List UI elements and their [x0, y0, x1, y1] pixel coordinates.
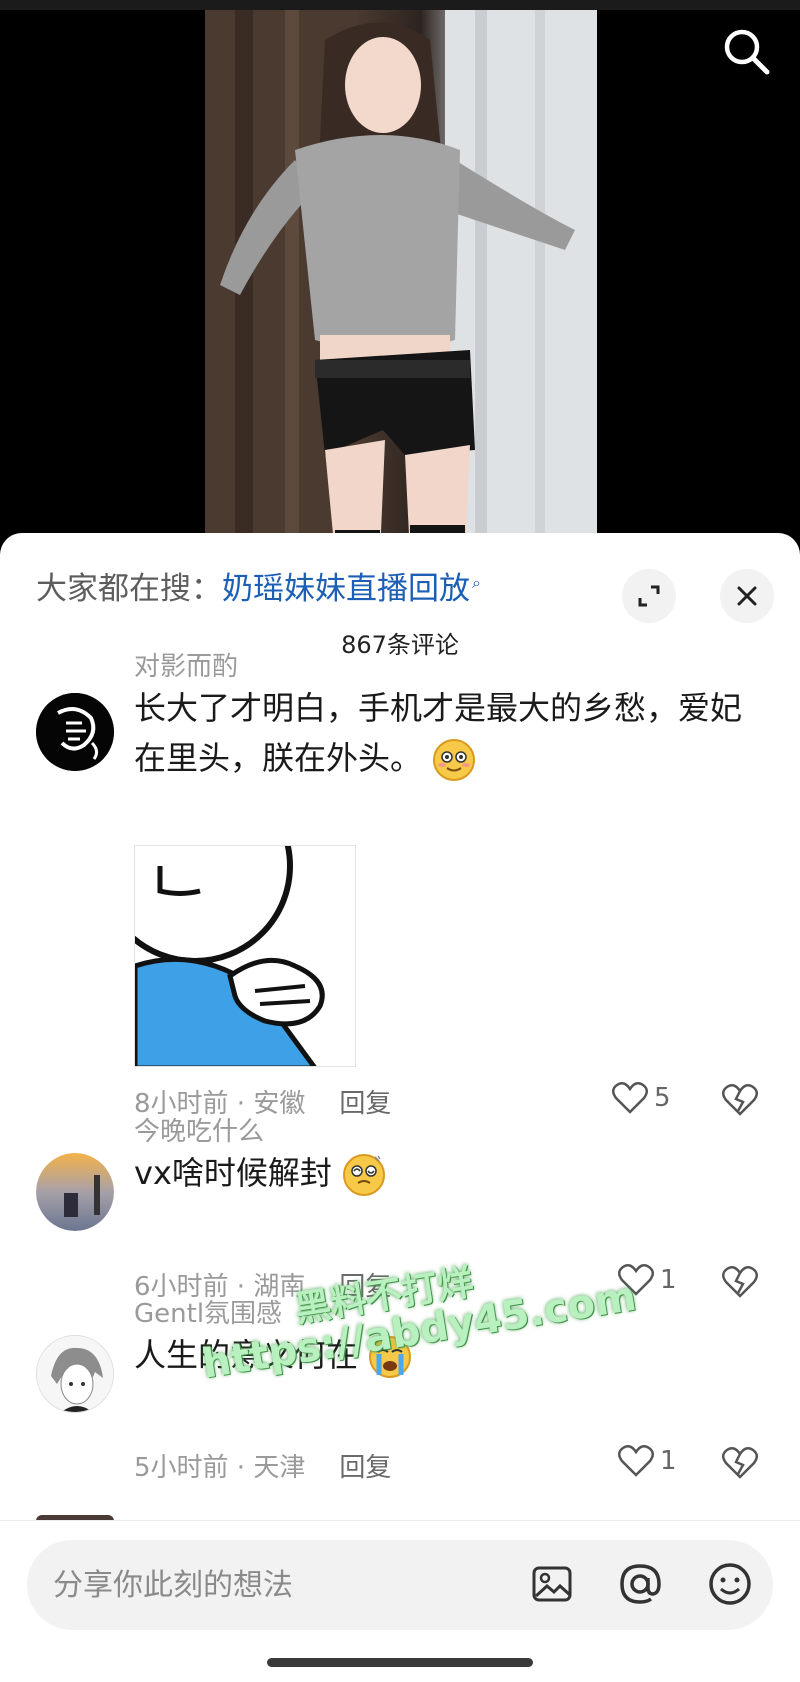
small-search-icon: ⌕ [472, 572, 481, 592]
close-icon [737, 586, 757, 606]
search-button[interactable] [716, 22, 776, 82]
comment-text: 人生的意义何在 [134, 1330, 754, 1380]
meta-separator: · [228, 1453, 254, 1483]
dragon-avatar-image [36, 693, 114, 771]
flushed-face-icon [433, 739, 476, 781]
dislike-button[interactable] [722, 1446, 758, 1484]
status-strip [0, 0, 800, 10]
avatar[interactable] [36, 693, 114, 771]
comment-sticker-image[interactable] [134, 845, 356, 1067]
emoji-button[interactable] [705, 1560, 755, 1610]
expand-icon [638, 585, 660, 607]
image-icon [532, 1566, 572, 1601]
video-frame[interactable] [205, 10, 597, 545]
comment-input[interactable] [53, 1558, 513, 1612]
sheet-header: 大家都在搜：奶瑶妹妹直播回放 ⌕ [0, 551, 800, 623]
dislike-button[interactable] [722, 1265, 758, 1303]
like-count: 5 [654, 1083, 671, 1113]
hot-search-prefix: 大家都在搜： [36, 571, 222, 607]
hot-search-term[interactable]: 奶瑶妹妹直播回放 [222, 571, 470, 607]
heart-icon [612, 1081, 648, 1114]
reply-button[interactable]: 回复 [339, 1453, 391, 1483]
comment-meta: 5小时前 · 天津 回复 [134, 1447, 391, 1484]
comment-username[interactable]: 对影而酌 [134, 646, 238, 683]
like-count: 1 [660, 1265, 677, 1295]
like-button[interactable]: 1 [618, 1444, 677, 1478]
expand-button[interactable] [622, 569, 676, 623]
comment-username[interactable]: 今晚吃什么 [134, 1111, 264, 1148]
input-divider [0, 1520, 800, 1521]
broken-heart-icon [722, 1265, 758, 1298]
avatar[interactable] [36, 1335, 114, 1413]
comment-text: vx啥时候解封 [134, 1148, 754, 1198]
reply-button[interactable]: 回复 [339, 1089, 391, 1119]
comment-location: 天津 [253, 1453, 306, 1483]
crying-face-icon [369, 1336, 412, 1378]
comment-text-body: 人生的意义何在 [134, 1336, 359, 1374]
video-thumbnail-figure [205, 10, 597, 545]
video-player[interactable] [0, 0, 800, 545]
like-button[interactable]: 1 [618, 1263, 677, 1297]
like-count: 1 [660, 1446, 677, 1476]
reply-button[interactable]: 回复 [339, 1272, 391, 1302]
comment-count: 867条评论 [341, 631, 459, 659]
sunset-avatar-image [36, 1153, 114, 1231]
hot-search-suggestion[interactable]: 大家都在搜：奶瑶妹妹直播回放 ⌕ [36, 563, 481, 608]
dislike-button[interactable] [722, 1083, 758, 1121]
comment-sheet: 大家都在搜：奶瑶妹妹直播回放 ⌕ 867条评论 对影而酌 长大了才明白，手机才是… [0, 533, 800, 1682]
emoji-icon [709, 1562, 751, 1605]
search-icon [724, 29, 770, 74]
comment-text: 长大了才明白，手机才是最大的乡愁，爱妃在里头，朕在外头。 [134, 683, 754, 783]
like-button[interactable]: 5 [612, 1081, 671, 1115]
mention-button[interactable] [615, 1560, 665, 1610]
comment-time: 5小时前 [134, 1453, 229, 1483]
broken-heart-icon [722, 1083, 758, 1116]
close-button[interactable] [720, 569, 774, 623]
heart-icon [618, 1263, 654, 1296]
at-mention-icon [620, 1563, 661, 1604]
home-indicator[interactable] [267, 1658, 533, 1667]
comment-username[interactable]: Gentl氛围感 [134, 1293, 282, 1330]
comment-input-bar [27, 1540, 773, 1630]
comment-text-body: vx啥时候解封 [134, 1154, 332, 1192]
broken-heart-icon [722, 1446, 758, 1479]
image-button[interactable] [527, 1560, 577, 1610]
dizzy-face-icon [343, 1154, 386, 1196]
anime-avatar-image [37, 1336, 113, 1412]
heart-icon [618, 1444, 654, 1477]
avatar[interactable] [36, 1153, 114, 1231]
